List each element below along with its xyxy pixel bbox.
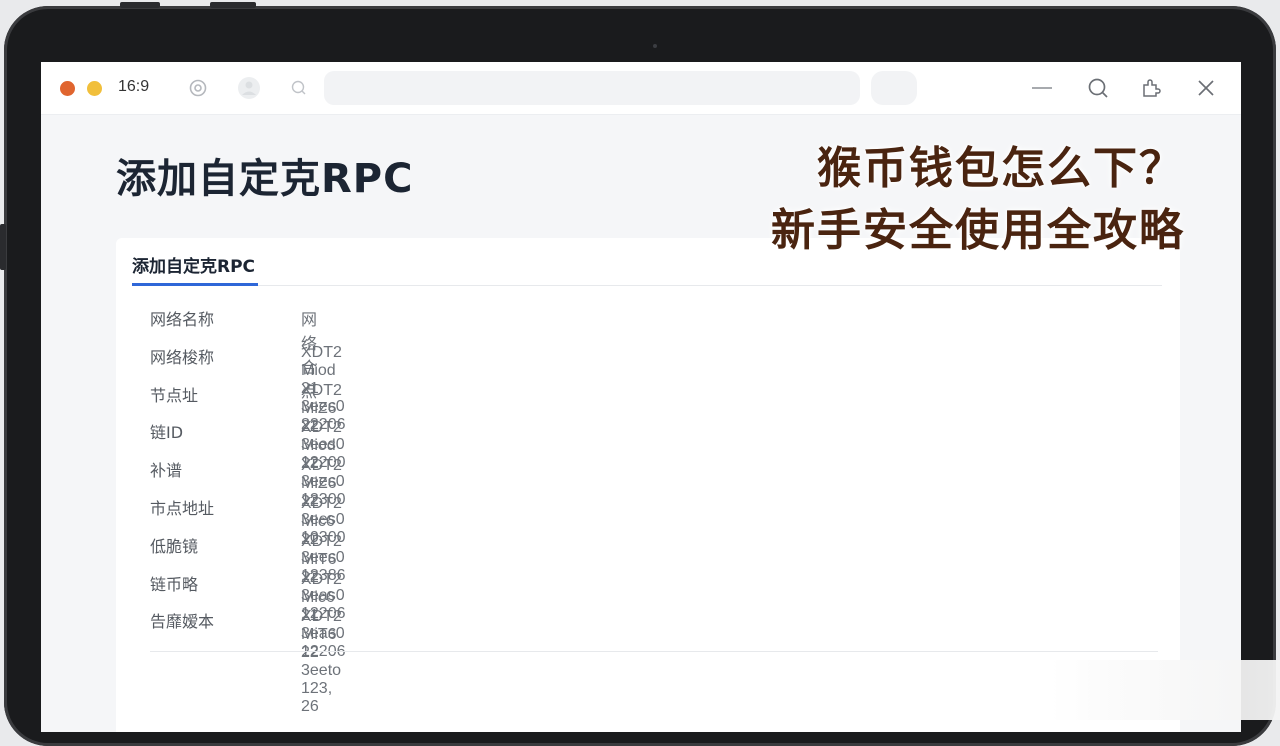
rpc-form-card: 添加自定克RPC 网络名称网络合点 网络梭称XDT2 Miod 21 3ees0… <box>116 238 1180 732</box>
field-label: 低脆镜 <box>150 533 290 557</box>
minimize-window-dot[interactable] <box>87 81 102 96</box>
form-bottom-divider <box>150 651 1158 652</box>
field-label: 链ID <box>150 419 290 443</box>
field-label: 补谱 <box>150 457 290 481</box>
address-action-button[interactable] <box>871 71 917 105</box>
camera <box>653 44 657 48</box>
minimize-icon[interactable] <box>1030 76 1054 100</box>
profile-icon[interactable] <box>237 76 261 100</box>
aspect-ratio-label: 16:9 <box>118 78 149 96</box>
top-button-right <box>210 2 256 8</box>
top-button-left <box>120 2 160 8</box>
screen: 16:9 添加自定克RPC 添加自定克RPC 网络名称网络合点 <box>41 62 1241 732</box>
field-label: 节点址 <box>150 382 290 406</box>
article-headline-overlay: 猴币钱包怎么下？ 新手安全使用全攻略 <box>771 138 1185 262</box>
extension-icon[interactable] <box>1139 76 1163 100</box>
close-icon[interactable] <box>1194 76 1218 100</box>
tab-divider <box>132 285 1162 286</box>
side-button <box>0 224 6 270</box>
page-title: 添加自定克RPC <box>116 146 413 204</box>
tab-add-custom-rpc[interactable]: 添加自定克RPC <box>132 252 255 277</box>
field-label: 网络梭称 <box>150 344 290 368</box>
address-bar[interactable] <box>324 71 860 105</box>
field-label: 网络名称 <box>150 306 290 330</box>
refresh-icon[interactable] <box>188 78 208 98</box>
field-value: XDT2 MiT6 22 3eeto 123, 26 <box>301 608 342 716</box>
headline-line-1: 猴币钱包怎么下？ <box>771 138 1185 200</box>
search-icon[interactable] <box>289 78 309 98</box>
field-label: 市点地址 <box>150 495 290 519</box>
field-label: 告靡嫒本 <box>150 608 290 632</box>
close-window-dot[interactable] <box>60 81 75 96</box>
active-tab-indicator <box>132 283 258 286</box>
headline-line-2: 新手安全使用全攻略 <box>771 200 1185 262</box>
field-label: 链币略 <box>150 571 290 595</box>
search-window-icon[interactable] <box>1086 76 1110 100</box>
watermark-fade <box>1050 660 1280 720</box>
browser-titlebar: 16:9 <box>41 62 1241 115</box>
